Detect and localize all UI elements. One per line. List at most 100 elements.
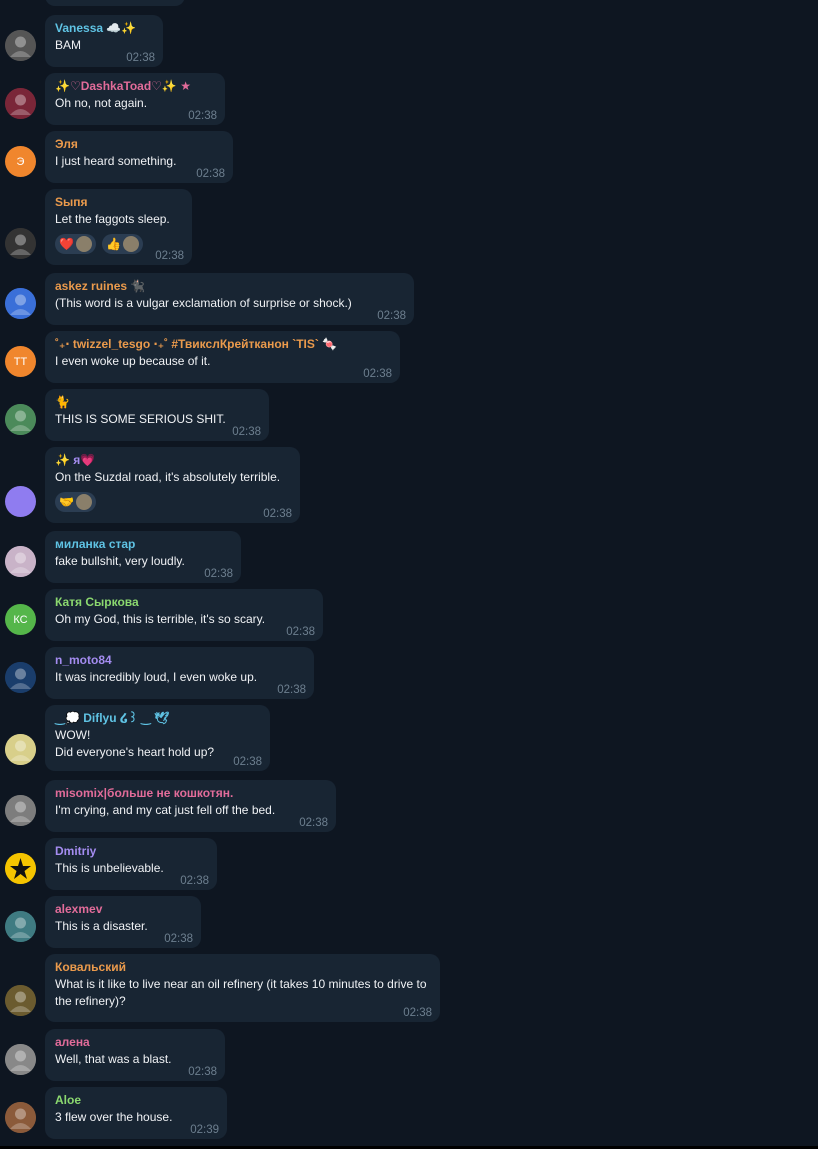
avatar[interactable]: TT <box>5 346 36 377</box>
sender-name[interactable]: Sыпя <box>55 194 182 211</box>
message-bubble[interactable]: askez ruines 🐈‍⬛ (This word is a vulgar e… <box>45 273 414 325</box>
message-text: THIS IS SOME SERIOUS SHIT. <box>55 412 226 426</box>
message-bubble[interactable]: ✨ я💗 On the Suzdal road, it's absolutely … <box>45 447 300 523</box>
sender-name[interactable]: ✨♡DashkaToad♡✨ ★ <box>55 78 215 95</box>
reaction-emoji: 👍 <box>105 237 121 251</box>
message-time: 02:38 <box>277 684 306 696</box>
message-time: 02:38 <box>233 756 262 768</box>
reactor-avatar <box>75 494 92 510</box>
avatar[interactable] <box>5 985 36 1016</box>
sender-name[interactable]: 🐈 <box>55 394 259 411</box>
message-bubble-fragment <box>45 0 185 6</box>
reactions: 🤝 <box>55 492 290 512</box>
message-text: WOW! <box>55 728 91 742</box>
avatar[interactable] <box>5 853 36 884</box>
message-time: 02:39 <box>190 1124 219 1136</box>
message-bubble[interactable]: Aloe 3 flew over the house. 02:39 <box>45 1087 227 1139</box>
chat-message-list[interactable]: Vanessa ☁️✨ BAM 02:38 ✨♡DashkaToad♡✨ ★ Oh no… <box>0 0 818 1149</box>
message-bubble[interactable]: Dmitriy This is unbelievable. 02:38 <box>45 838 217 890</box>
avatar[interactable]: Э <box>5 146 36 177</box>
sender-name[interactable]: askez ruines 🐈‍⬛ <box>55 278 404 295</box>
message-time: 02:38 <box>180 875 209 887</box>
sender-name[interactable]: misomix|больше не кошкотян. <box>55 785 326 802</box>
message-bubble[interactable]: 🐈 THIS IS SOME SERIOUS SHIT. 02:38 <box>45 389 269 441</box>
avatar[interactable]: КС <box>5 604 36 635</box>
message-bubble[interactable]: Vanessa ☁️✨ BAM 02:38 <box>45 15 163 67</box>
message-time: 02:38 <box>126 52 155 64</box>
message-time: 02:38 <box>155 250 184 262</box>
message-row: Aloe 3 flew over the house. 02:39 <box>0 1087 818 1139</box>
message-bubble[interactable]: n_moto84 It was incredibly loud, I even w… <box>45 647 314 699</box>
sender-name[interactable]: ✨ я💗 <box>55 452 290 469</box>
avatar[interactable] <box>5 486 36 517</box>
sender-name[interactable]: n_moto84 <box>55 652 304 669</box>
sender-name[interactable]: ˚₊‧ twizzel_tesgo ‧₊˚ #ТвикслКрейтканон … <box>55 336 390 353</box>
avatar[interactable] <box>5 404 36 435</box>
reaction-emoji: ❤️ <box>59 237 74 251</box>
message-text: On the Suzdal road, it's absolutely terr… <box>55 470 281 484</box>
message-time: 02:38 <box>299 817 328 829</box>
sender-name[interactable]: Катя Сыркова <box>55 594 313 611</box>
message-bubble[interactable]: alexmev This is a disaster. 02:38 <box>45 896 201 948</box>
message-time: 02:38 <box>196 168 225 180</box>
sender-name[interactable]: Ковальский <box>55 959 430 976</box>
avatar[interactable] <box>5 288 36 319</box>
sender-name[interactable]: Vanessa ☁️✨ <box>55 20 153 37</box>
message-row: misomix|больше не кошкотян. I'm crying, a… <box>0 780 818 832</box>
message-bubble[interactable]: миланка стар fake bullshit, very loudly. 0… <box>45 531 241 583</box>
message-row: алена Well, that was a blast. 02:38 <box>0 1029 818 1081</box>
message-time: 02:38 <box>204 568 233 580</box>
reaction-chip[interactable]: 🤝 <box>55 492 96 512</box>
message-row: ✨ я💗 On the Suzdal road, it's absolutely … <box>0 447 818 523</box>
message-row: ‿💭 Diflyu ໒꒱ ‿ 🕊 WOW! Did everyone's heart… <box>0 705 818 771</box>
reaction-chip[interactable]: ❤️ <box>55 234 96 254</box>
message-text: Did everyone's heart hold up? <box>55 745 215 759</box>
avatar[interactable] <box>5 546 36 577</box>
message-time: 02:38 <box>263 508 292 520</box>
message-time: 02:38 <box>164 933 193 945</box>
message-row: миланка стар fake bullshit, very loudly. 0… <box>0 531 818 583</box>
message-bubble[interactable]: Sыпя Let the faggots sleep. ❤️ 👍 02:38 <box>45 189 192 265</box>
message-row: КС Катя Сыркова Oh my God, this is terribl… <box>0 589 818 641</box>
message-bubble[interactable]: Эля I just heard something. 02:38 <box>45 131 233 183</box>
message-row: n_moto84 It was incredibly loud, I even w… <box>0 647 818 699</box>
message-bubble[interactable]: Катя Сыркова Oh my God, this is terrible,… <box>45 589 323 641</box>
reactor-avatar <box>75 236 92 252</box>
avatar[interactable] <box>5 734 36 765</box>
message-time: 02:38 <box>286 626 315 638</box>
reaction-emoji: 🤝 <box>59 495 74 509</box>
sender-name[interactable]: Dmitriy <box>55 843 207 860</box>
message-time: 02:38 <box>363 368 392 380</box>
avatar[interactable] <box>5 228 36 259</box>
avatar[interactable] <box>5 88 36 119</box>
sender-name[interactable]: alexmev <box>55 901 191 918</box>
message-row: askez ruines 🐈‍⬛ (This word is a vulgar e… <box>0 273 818 325</box>
message-bubble[interactable]: Ковальский What is it like to live near a… <box>45 954 440 1022</box>
avatar[interactable] <box>5 662 36 693</box>
message-row: Sыпя Let the faggots sleep. ❤️ 👍 02:38 <box>0 189 818 265</box>
message-bubble[interactable]: misomix|больше не кошкотян. I'm crying, a… <box>45 780 336 832</box>
avatar[interactable] <box>5 30 36 61</box>
sender-name[interactable]: Эля <box>55 136 223 153</box>
message-row: Ковальский What is it like to live near a… <box>0 954 818 1022</box>
sender-name[interactable]: миланка стар <box>55 536 231 553</box>
message-bubble[interactable]: ˚₊‧ twizzel_tesgo ‧₊˚ #ТвикслКрейтканон … <box>45 331 400 383</box>
avatar[interactable] <box>5 1102 36 1133</box>
message-text: (This word is a vulgar exclamation of su… <box>55 296 352 310</box>
avatar[interactable] <box>5 911 36 942</box>
message-bubble[interactable]: ‿💭 Diflyu ໒꒱ ‿ 🕊 WOW! Did everyone's heart… <box>45 705 270 771</box>
message-row: Э Эля I just heard something. 02:38 <box>0 131 818 183</box>
message-row: TT ˚₊‧ twizzel_tesgo ‧₊˚ #ТвикслКрейткано… <box>0 331 818 383</box>
message-bubble[interactable]: ✨♡DashkaToad♡✨ ★ Oh no, not again. 02:38 <box>45 73 225 125</box>
message-time: 02:38 <box>188 110 217 122</box>
sender-name[interactable]: Aloe <box>55 1092 217 1109</box>
message-row: ✨♡DashkaToad♡✨ ★ Oh no, not again. 02:38 <box>0 73 818 125</box>
avatar[interactable] <box>5 1044 36 1075</box>
sender-name[interactable]: алена <box>55 1034 215 1051</box>
reaction-chip[interactable]: 👍 <box>101 234 143 254</box>
message-bubble[interactable]: алена Well, that was a blast. 02:38 <box>45 1029 225 1081</box>
message-row: Dmitriy This is unbelievable. 02:38 <box>0 838 818 890</box>
avatar[interactable] <box>5 795 36 826</box>
message-text: What is it like to live near an oil refi… <box>55 977 427 1008</box>
sender-name[interactable]: ‿💭 Diflyu ໒꒱ ‿ 🕊 <box>55 710 260 727</box>
